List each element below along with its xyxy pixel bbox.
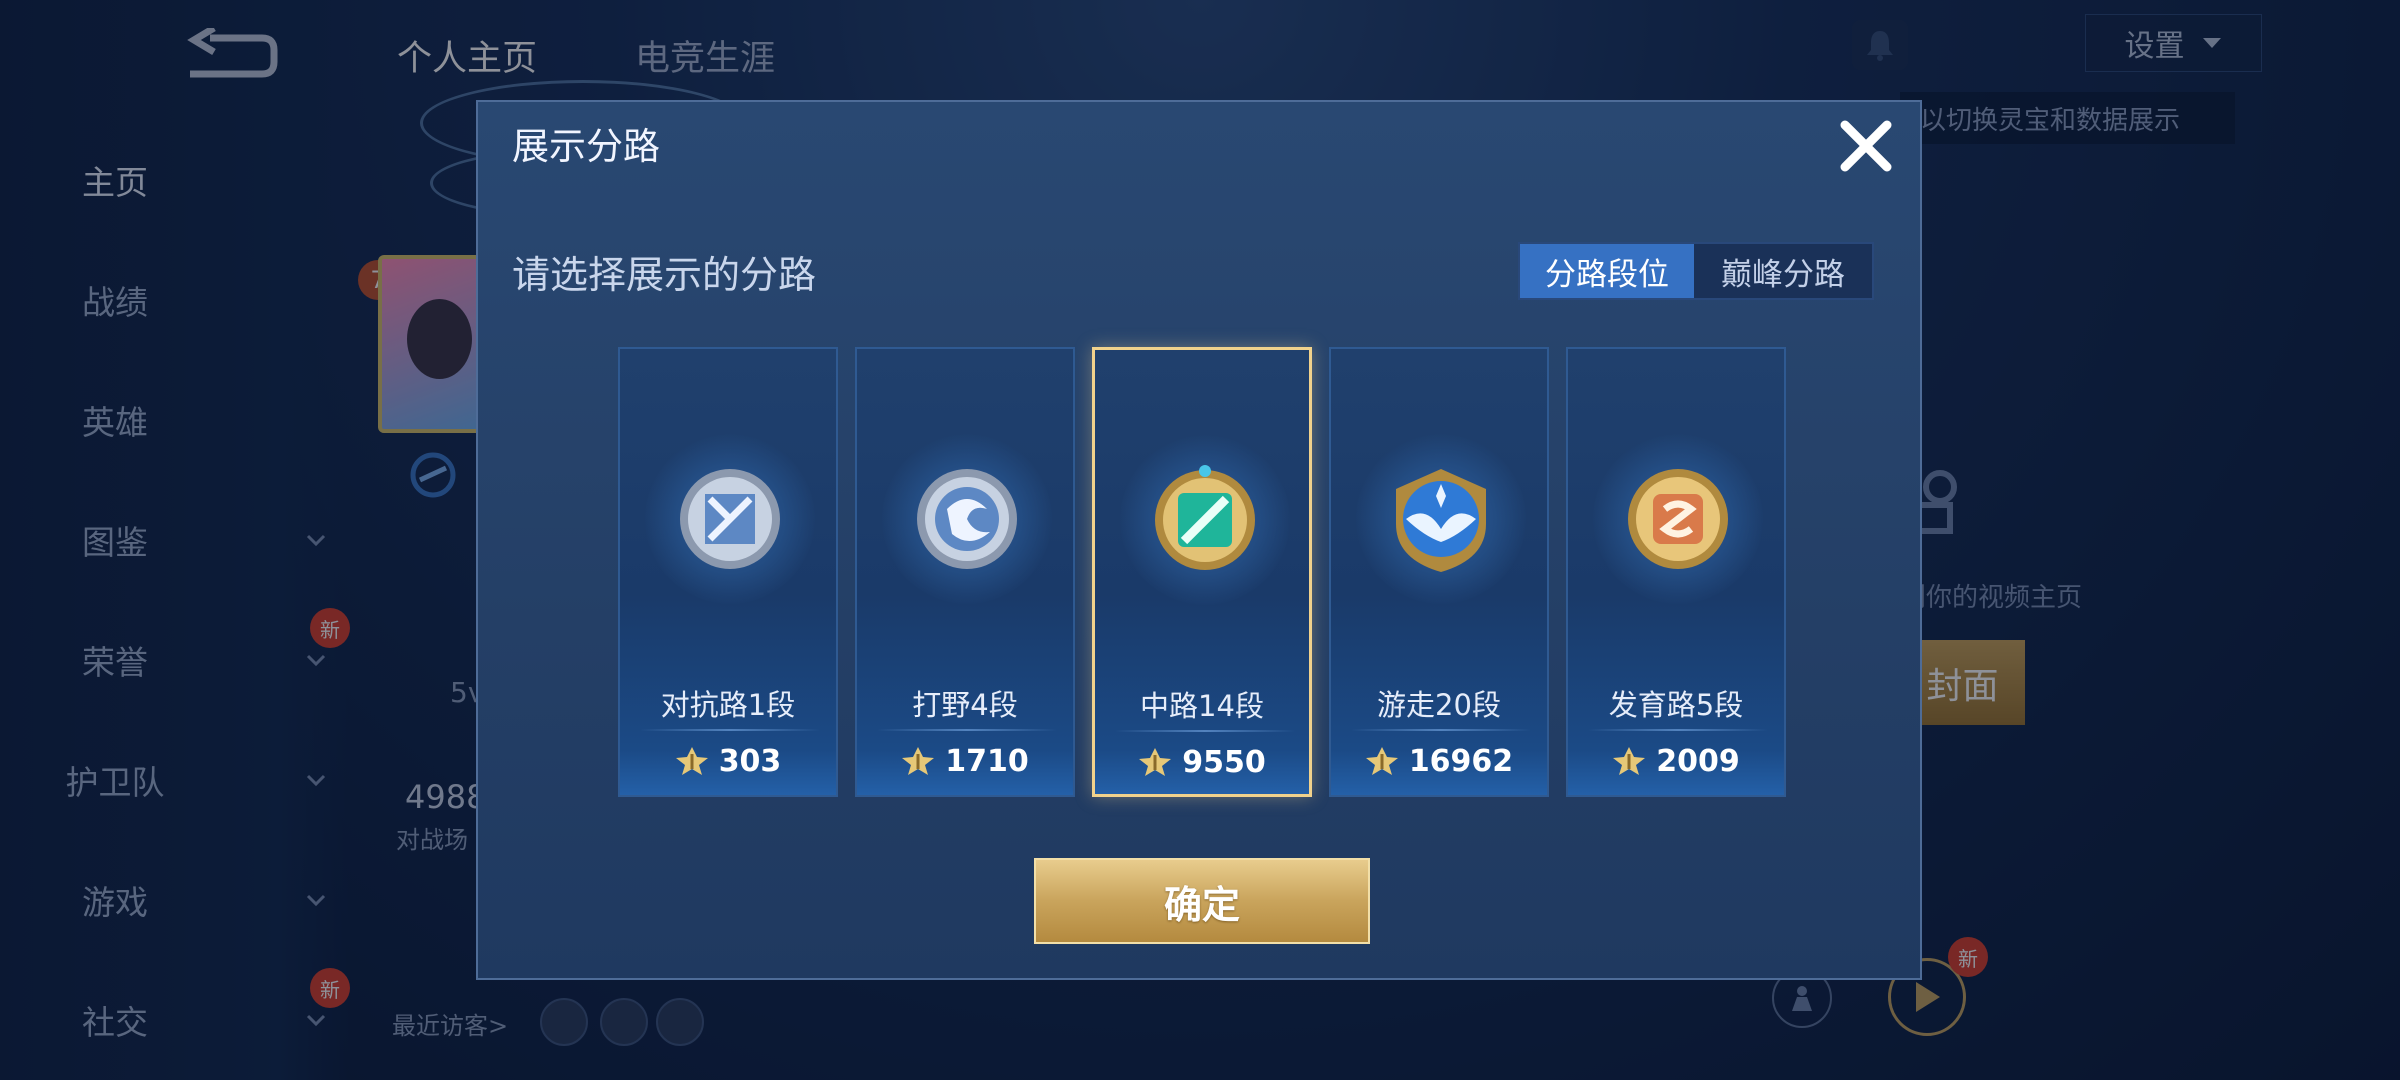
lane-card-list: 对抗路1段 303 打野4段 1710 中路14段 9550 游走20段 16962 发育路5段… [618, 347, 1788, 797]
lane-rank-label: 游走20段 [1377, 688, 1501, 722]
lane-score-value: 2009 [1656, 743, 1740, 779]
lane-score: 16962 [1331, 741, 1547, 781]
roam-emblem-icon [1396, 469, 1486, 572]
dialog-title: 展示分路 [512, 125, 660, 168]
divider [640, 729, 820, 731]
lane-card[interactable]: 对抗路1段 303 [618, 347, 838, 797]
confirm-button[interactable]: 确定 [1034, 858, 1370, 944]
rank-points-icon [675, 747, 708, 775]
divider [1588, 729, 1768, 731]
lane-card[interactable]: 游走20段 16962 [1329, 347, 1549, 797]
lane-display-dialog: 展示分路 请选择展示的分路 分路段位 巅峰分路 对抗路1段 303 打野4段 1710… [476, 100, 1922, 980]
lane-rank-label: 对抗路1段 [660, 688, 796, 722]
tab-peak-lane[interactable]: 巅峰分路 [1694, 244, 1872, 298]
lane-rank-label: 发育路5段 [1608, 688, 1744, 722]
rank-points-icon [1613, 747, 1646, 775]
display-mode-toggle: 分路段位 巅峰分路 [1518, 242, 1874, 300]
close-icon [1840, 120, 1892, 172]
lane-rank-label: 中路14段 [1140, 689, 1264, 723]
lane-card[interactable]: 打野4段 1710 [855, 347, 1075, 797]
lane-score-value: 9550 [1182, 744, 1266, 780]
lane-rank-label: 打野4段 [912, 688, 1018, 722]
tab-lane-rank[interactable]: 分路段位 [1520, 244, 1694, 298]
lane-score-value: 16962 [1408, 743, 1514, 779]
lane-card[interactable]: 发育路5段 2009 [1566, 347, 1786, 797]
lane-score: 1710 [857, 741, 1073, 781]
rank-points-icon [1365, 747, 1398, 775]
farm-lane-emblem-icon [1628, 469, 1728, 569]
dialog-subtitle: 请选择展示的分路 [512, 253, 817, 297]
lane-score: 9550 [1095, 742, 1309, 782]
clash-lane-emblem-icon [680, 469, 780, 569]
divider [1351, 729, 1531, 731]
divider [1115, 730, 1295, 732]
close-button[interactable] [1834, 114, 1898, 178]
rank-points-icon [902, 747, 935, 775]
divider [877, 729, 1057, 731]
lane-score: 2009 [1568, 741, 1784, 781]
lane-card[interactable]: 中路14段 9550 [1092, 347, 1312, 797]
mid-lane-emblem-icon [1155, 465, 1255, 570]
lane-score-value: 1710 [945, 743, 1029, 779]
lane-score: 303 [620, 741, 836, 781]
rank-points-icon [1139, 748, 1172, 776]
lane-score-value: 303 [718, 743, 782, 779]
jungle-emblem-icon [917, 469, 1017, 569]
